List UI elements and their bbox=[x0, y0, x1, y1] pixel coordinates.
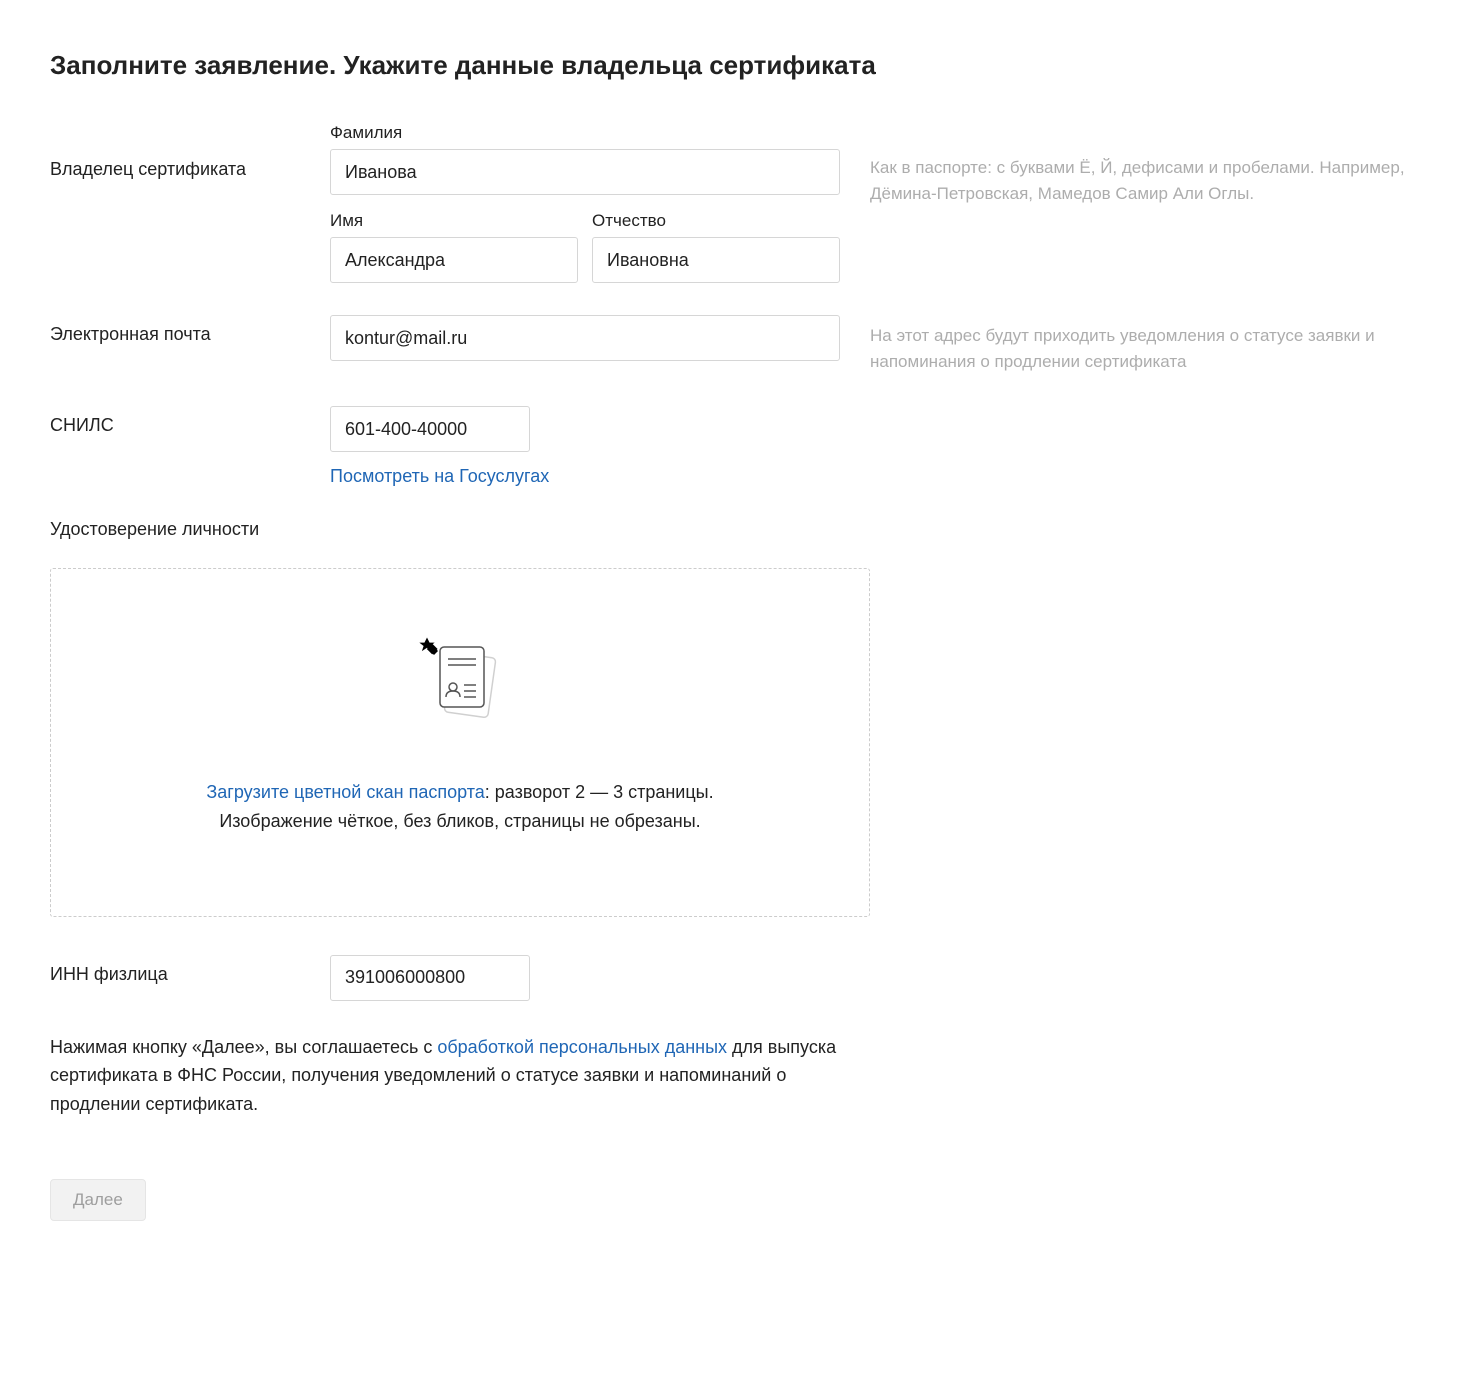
surname-input[interactable] bbox=[330, 149, 840, 195]
upload-tail: : разворот 2 — 3 страницы. bbox=[485, 782, 714, 802]
email-hint: На этот адрес будут приходить уведомлени… bbox=[840, 315, 1408, 374]
consent-part1: Нажимая кнопку «Далее», вы соглашаетесь … bbox=[50, 1037, 437, 1057]
patronymic-label: Отчество bbox=[592, 211, 840, 231]
inn-label: ИНН физлица bbox=[50, 955, 330, 985]
name-input[interactable] bbox=[330, 237, 578, 283]
owner-label: Владелец сертификата bbox=[50, 123, 330, 180]
passport-dropzone[interactable]: Загрузите цветной скан паспорта: разворо… bbox=[50, 568, 870, 917]
document-icon bbox=[412, 633, 508, 734]
email-row: Электронная почта На этот адрес будут пр… bbox=[50, 315, 1408, 374]
snils-input[interactable] bbox=[330, 406, 530, 452]
upload-line2: Изображение чёткое, без бликов, страницы… bbox=[219, 811, 700, 831]
snils-row: СНИЛС Посмотреть на Госуслугах bbox=[50, 406, 1408, 487]
email-label: Электронная почта bbox=[50, 315, 330, 345]
inn-row: ИНН физлица bbox=[50, 955, 1408, 1001]
patronymic-input[interactable] bbox=[592, 237, 840, 283]
name-label: Имя bbox=[330, 211, 578, 231]
upload-link[interactable]: Загрузите цветной скан паспорта bbox=[206, 782, 484, 802]
surname-label: Фамилия bbox=[330, 123, 840, 143]
owner-hint: Как в паспорте: с буквами Ё, Й, дефисами… bbox=[840, 123, 1408, 206]
snils-label: СНИЛС bbox=[50, 406, 330, 436]
owner-row: Владелец сертификата Фамилия Имя Отчеств… bbox=[50, 123, 1408, 283]
gosuslugi-link[interactable]: Посмотреть на Госуслугах bbox=[330, 466, 549, 487]
identity-section-title: Удостоверение личности bbox=[50, 519, 1408, 540]
dropzone-text: Загрузите цветной скан паспорта: разворо… bbox=[91, 778, 829, 836]
consent-link[interactable]: обработкой персональных данных bbox=[437, 1037, 727, 1057]
next-button[interactable]: Далее bbox=[50, 1179, 146, 1221]
email-input[interactable] bbox=[330, 315, 840, 361]
inn-input[interactable] bbox=[330, 955, 530, 1001]
consent-text: Нажимая кнопку «Далее», вы соглашаетесь … bbox=[50, 1033, 870, 1119]
page-title: Заполните заявление. Укажите данные влад… bbox=[50, 50, 1408, 81]
